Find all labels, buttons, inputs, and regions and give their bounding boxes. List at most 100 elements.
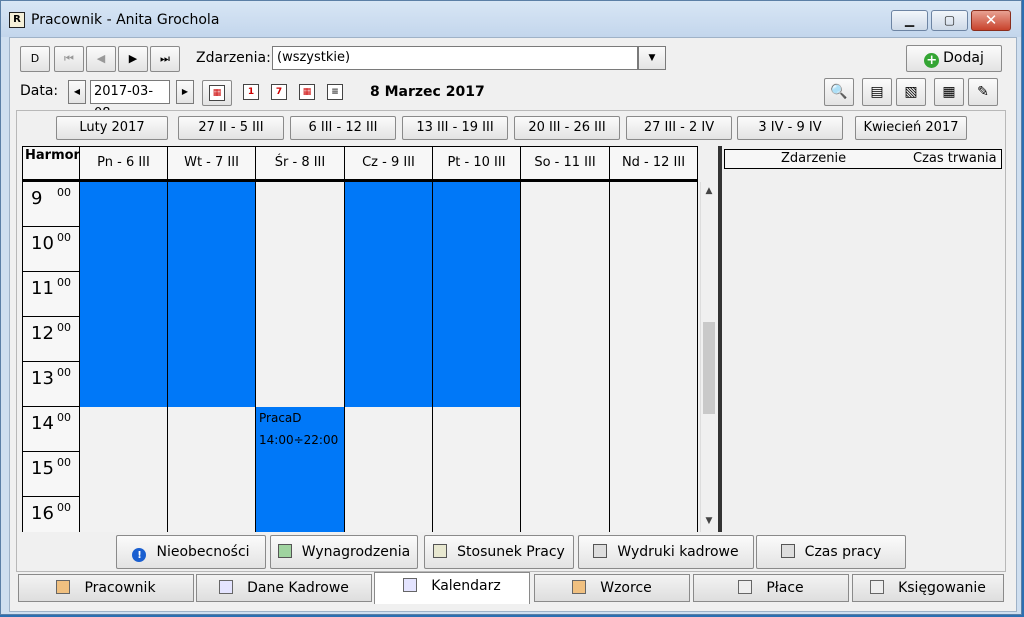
hour-label: 12 00 — [22, 317, 80, 362]
hour-label: 9 00 — [22, 182, 80, 227]
tab-employee[interactable]: Pracownik — [18, 574, 194, 602]
events-combo[interactable]: (wszystkie) — [272, 46, 638, 70]
day-view-button[interactable]: 1 — [236, 80, 266, 106]
nav-week-1[interactable]: 27 II - 5 III — [178, 116, 284, 140]
nav-prev-month[interactable]: Luty 2017 — [56, 116, 168, 140]
hr-printouts-button[interactable]: Wydruki kadrowe — [578, 535, 754, 569]
next-record-button[interactable]: ▶ — [118, 46, 148, 72]
document-edit-button[interactable]: ▧ — [896, 78, 926, 106]
people-icon — [572, 580, 587, 594]
main-tabs: Pracownik Dane Kadrowe Kalendarz Wzorce … — [16, 572, 1006, 604]
nav-next-month[interactable]: Kwiecień 2017 — [855, 116, 967, 140]
calendar-grid-icon: ▦ — [942, 84, 956, 100]
maximize-button[interactable]: ▢ — [931, 10, 968, 31]
date-next-button[interactable]: ▶ — [176, 80, 194, 104]
day-view-icon: 1 — [243, 84, 259, 100]
app-icon: R — [9, 12, 25, 28]
date-prev-button[interactable]: ◀ — [68, 80, 86, 104]
scroll-down-icon[interactable]: ▼ — [701, 516, 717, 526]
day-header-sat[interactable]: So - 11 III — [521, 146, 610, 182]
tab-payroll[interactable]: Płace — [693, 574, 849, 602]
print-preview-button[interactable]: ▤ — [862, 78, 892, 106]
schedule-grid: Harmon Pn - 6 III Wt - 7 III Śr - 8 III … — [22, 146, 700, 532]
calendar-settings-button[interactable]: ▦ — [934, 78, 964, 106]
day-header-sun[interactable]: Nd - 12 III — [610, 146, 698, 182]
person-icon — [56, 580, 71, 594]
day-column-thu[interactable] — [345, 182, 433, 532]
nav-week-5[interactable]: 27 III - 2 IV — [626, 116, 732, 140]
day-column-wed[interactable]: PracaD 14:00÷22:00 — [256, 182, 345, 532]
event-column-header[interactable]: Zdarzenie — [781, 150, 846, 168]
money-icon — [277, 544, 292, 558]
day-header-tue[interactable]: Wt - 7 III — [168, 146, 256, 182]
day-column-fri[interactable] — [433, 182, 521, 532]
absences-button[interactable]: ! Nieobecności — [116, 535, 266, 569]
nav-week-4[interactable]: 20 III - 26 III — [514, 116, 620, 140]
search-button[interactable]: 🔍 — [824, 78, 854, 106]
first-icon: ⏮ — [64, 52, 74, 65]
last-record-button[interactable]: ⏭ — [150, 46, 180, 72]
day-column-tue[interactable] — [168, 182, 256, 532]
busy-block[interactable] — [80, 182, 167, 407]
scroll-thumb[interactable] — [703, 322, 715, 414]
event-list: Zdarzenie Czas trwania — [724, 146, 1002, 532]
d-button[interactable]: D — [20, 46, 50, 72]
client-area: D ⏮ ◀ ▶ ⏭ Zdarzenia: (wszystkie) ▼ + Doda… — [9, 37, 1017, 612]
event-block-pracad[interactable]: PracaD 14:00÷22:00 — [256, 407, 344, 532]
day-header-thu[interactable]: Cz - 9 III — [345, 146, 433, 182]
busy-block[interactable] — [168, 182, 255, 407]
day-header-mon[interactable]: Pn - 6 III — [80, 146, 168, 182]
prev-icon: ◀ — [96, 52, 106, 65]
first-record-button[interactable]: ⏮ — [54, 46, 84, 72]
events-dropdown-button[interactable]: ▼ — [638, 46, 666, 70]
work-time-button[interactable]: Czas pracy — [756, 535, 906, 569]
schedule-scrollbar[interactable]: ▲ ▼ — [700, 182, 716, 532]
chevron-left-icon: ◀ — [73, 87, 81, 96]
close-button[interactable]: ✕ — [971, 10, 1011, 31]
day-column-sat[interactable] — [521, 182, 610, 532]
month-view-button[interactable]: ▦ — [292, 80, 322, 106]
last-icon: ⏭ — [160, 52, 170, 65]
day-column-sun[interactable] — [610, 182, 698, 532]
list-view-button[interactable]: ≡ — [320, 80, 350, 106]
day-header-fri[interactable]: Pt - 10 III — [433, 146, 521, 182]
prev-record-button[interactable]: ◀ — [86, 46, 116, 72]
pencil-icon: ✎ — [977, 84, 989, 100]
week-view-icon: 7 — [271, 84, 287, 100]
id-card-icon — [219, 580, 234, 594]
day-header-wed[interactable]: Śr - 8 III — [256, 146, 345, 182]
hour-label: 11 00 — [22, 272, 80, 317]
duration-column-header[interactable]: Czas trwania — [913, 150, 997, 168]
tab-calendar[interactable]: Kalendarz — [374, 572, 530, 604]
tab-hr-data[interactable]: Dane Kadrowe — [196, 574, 372, 602]
employee-window: R Pracownik - Anita Grochola ▁ ▢ ✕ D ⏮ ◀… — [0, 0, 1022, 615]
busy-block[interactable] — [433, 182, 520, 407]
tab-templates[interactable]: Wzorce — [534, 574, 690, 602]
event-time: 14:00÷22:00 — [259, 433, 339, 447]
pane-splitter[interactable] — [718, 146, 722, 532]
schedule-corner-header: Harmon — [22, 146, 83, 182]
contract-icon — [433, 544, 448, 558]
nav-week-3[interactable]: 13 III - 19 III — [402, 116, 508, 140]
employment-button[interactable]: Stosunek Pracy — [424, 535, 574, 569]
salaries-button[interactable]: Wynagrodzenia — [270, 535, 418, 569]
calendar-icon — [403, 578, 418, 592]
busy-block[interactable] — [345, 182, 432, 407]
next-icon: ▶ — [128, 52, 138, 65]
plus-icon: + — [924, 53, 940, 68]
title-bar[interactable]: R Pracownik - Anita Grochola ▁ ▢ ✕ — [1, 1, 1021, 37]
day-column-mon[interactable] — [80, 182, 168, 532]
tab-accounting[interactable]: Księgowanie — [852, 574, 1004, 602]
events-label: Zdarzenia: — [196, 50, 271, 66]
calendar-today-button[interactable]: ▦ — [202, 80, 232, 106]
minimize-button[interactable]: ▁ — [891, 10, 928, 31]
date-input[interactable]: 2017-03-08 — [90, 80, 170, 121]
document-edit-icon: ▧ — [904, 84, 918, 100]
scroll-up-icon[interactable]: ▲ — [701, 186, 717, 196]
nav-week-6[interactable]: 3 IV - 9 IV — [737, 116, 843, 140]
add-button-label: Dodaj — [943, 50, 984, 66]
add-button[interactable]: + Dodaj — [906, 45, 1002, 72]
edit-button[interactable]: ✎ — [968, 78, 998, 106]
week-view-button[interactable]: 7 — [264, 80, 294, 106]
nav-week-2[interactable]: 6 III - 12 III — [290, 116, 396, 140]
